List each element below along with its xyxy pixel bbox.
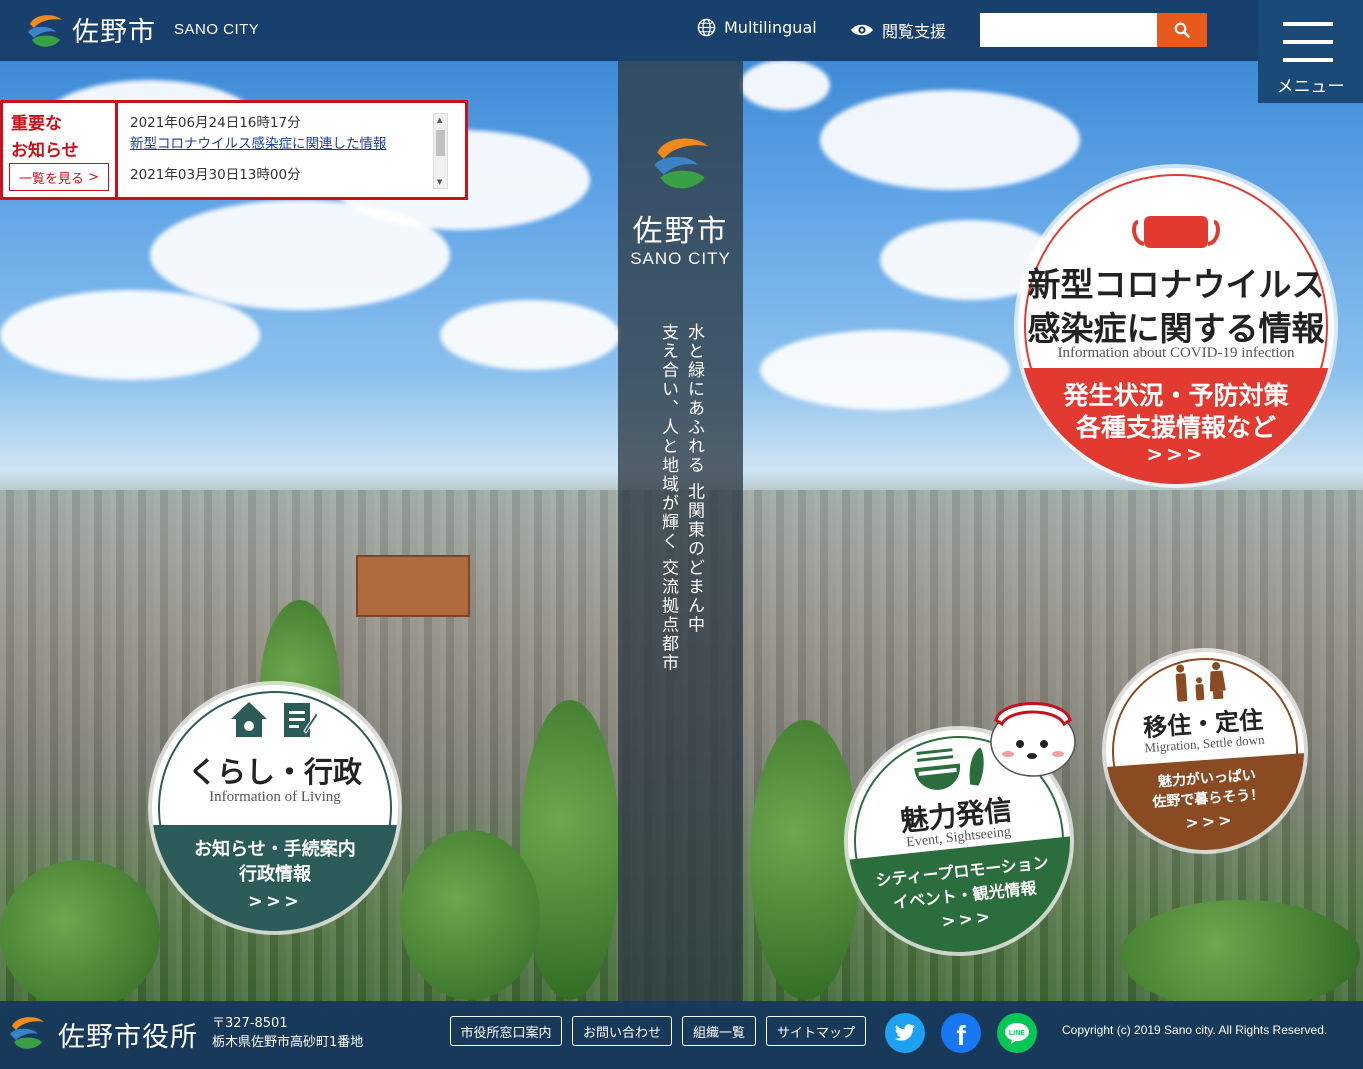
city-logo-icon: [10, 1017, 44, 1049]
footer-postal: 〒327-8501: [212, 1016, 288, 1031]
covid-title-line1: 新型コロナウイルス: [1027, 265, 1325, 304]
footer-link-contact[interactable]: お問い合わせ: [572, 1016, 672, 1046]
covid-title-line2: 感染症に関する情報: [1027, 309, 1325, 348]
search-button[interactable]: [1157, 13, 1207, 47]
site-header: 佐野市 SANO CITY Multilingual 閲覧支援: [0, 0, 1363, 61]
footer-street: 栃木県佐野市高砂町1番地: [212, 1035, 364, 1050]
covid-info-banner[interactable]: 新型コロナウイルス 感染症に関する情報 Information about CO…: [1018, 168, 1334, 484]
notice-link[interactable]: 新型コロナウイルス感染症に関連した情報: [130, 134, 430, 155]
footer-link-organization[interactable]: 組織一覧: [682, 1016, 756, 1046]
house-icon: [231, 702, 267, 737]
footer-title: 佐野市役所: [58, 1022, 198, 1053]
center-column: 佐野市 SANO CITY 水と緑にあふれる 北関東のどまん中 支え合い、人と地…: [618, 61, 743, 1001]
important-notice: 重要な お知らせ 一覧を見る > 2021年06月24日16時17分 新型コロナ…: [0, 100, 468, 200]
notice-view-all-button[interactable]: 一覧を見る >: [9, 163, 109, 191]
accessibility-link[interactable]: 閲覧支援: [850, 18, 946, 42]
accessibility-label: 閲覧支援: [882, 22, 947, 41]
multilingual-link[interactable]: Multilingual: [697, 18, 817, 37]
site-title[interactable]: 佐野市: [72, 10, 156, 49]
globe-icon: [697, 18, 716, 37]
scroll-up-icon[interactable]: ▲: [437, 116, 442, 124]
covid-sub-line2: 各種支援情報など: [1075, 413, 1276, 442]
twitter-icon[interactable]: [885, 1013, 925, 1053]
menu-label: メニュー: [1276, 77, 1345, 97]
menu-button[interactable]: メニュー: [1258, 0, 1363, 103]
city-logo-icon: [654, 138, 708, 189]
notice-list[interactable]: 2021年06月24日16時17分 新型コロナウイルス感染症に関連した情報 20…: [130, 113, 430, 193]
eye-icon: [851, 24, 873, 36]
notice-title: 重要な お知らせ: [11, 114, 79, 161]
scroll-thumb[interactable]: [436, 130, 445, 156]
city-logo-icon[interactable]: [24, 10, 66, 50]
copyright-text: Copyright (c) 2019 Sano city. All Rights…: [1062, 1023, 1328, 1037]
multilingual-label: Multilingual: [724, 18, 817, 37]
covid-sub-line1: 発生状況・予防対策: [1063, 381, 1289, 410]
notice-date: 2021年03月30日13時00分: [130, 167, 301, 183]
notice-scrollbar[interactable]: ▲ ▼: [433, 113, 448, 189]
svg-text:LINE: LINE: [1009, 1030, 1025, 1037]
tagline-line2: 支え合い、人と地域が輝く 交流拠点都市: [658, 323, 678, 673]
notice-header: 重要な お知らせ 一覧を見る >: [3, 103, 118, 197]
tagline-line1: 水と緑にあふれる 北関東のどまん中: [684, 323, 704, 635]
footer-link-sitemap[interactable]: サイトマップ: [766, 1016, 866, 1046]
site-subtitle: SANO CITY: [174, 21, 260, 38]
notice-date: 2021年06月24日16時17分: [130, 115, 301, 131]
mask-icon: [1132, 216, 1220, 248]
living-arrows: >>>: [247, 891, 303, 912]
living-sub-line1: お知らせ・手続案内: [194, 839, 356, 860]
site-footer: 佐野市役所 〒327-8501 栃木県佐野市高砂町1番地 市役所窓口案内 お問い…: [0, 1001, 1363, 1069]
center-subtitle: SANO CITY: [630, 249, 731, 268]
living-title: くらし・行政: [187, 755, 362, 789]
facebook-icon[interactable]: f: [941, 1013, 981, 1053]
covid-arrows: >>>: [1146, 442, 1206, 466]
center-title: 佐野市: [632, 214, 729, 249]
footer-link-counter-guide[interactable]: 市役所窓口案内: [450, 1016, 562, 1046]
family-icon: [1175, 662, 1226, 702]
document-icon: [284, 703, 318, 737]
mascot-icon: [990, 702, 1076, 777]
search-icon: [1174, 22, 1190, 38]
living-en: Information of Living: [209, 789, 341, 805]
covid-en: Information about COVID-19 infection: [1057, 345, 1295, 361]
living-info-banner[interactable]: くらし・行政 Information of Living お知らせ・手続案内 行…: [152, 685, 398, 931]
search-input[interactable]: [980, 13, 1157, 47]
chevron-right-icon: >: [88, 169, 100, 185]
scroll-down-icon[interactable]: ▼: [437, 178, 442, 186]
line-icon[interactable]: LINE: [997, 1013, 1037, 1053]
living-sub-line2: 行政情報: [239, 864, 311, 885]
footer-address: 〒327-8501 栃木県佐野市高砂町1番地: [212, 1014, 363, 1052]
